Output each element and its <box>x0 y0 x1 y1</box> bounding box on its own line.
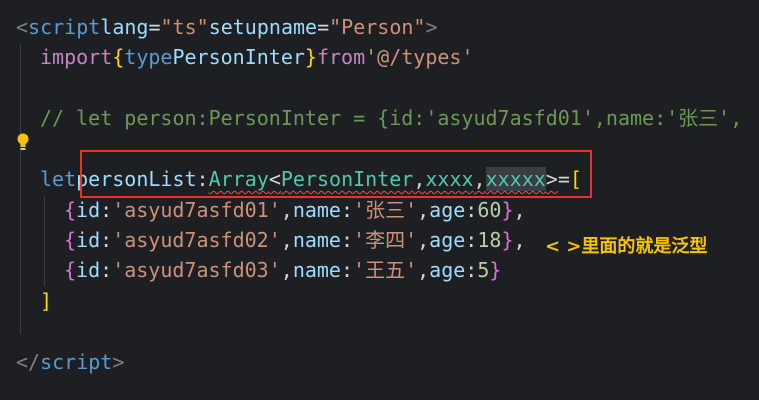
token: } <box>501 228 514 252</box>
token: } <box>501 198 514 222</box>
annotation-text: < >里面的就是泛型 <box>545 236 708 257</box>
token: name <box>292 258 341 282</box>
token: '张三' <box>353 198 418 222</box>
token: > <box>112 350 125 374</box>
code-line-7[interactable]: {id:'asyud7asfd01', name: '张三', age:60}, <box>64 195 526 225</box>
token: : <box>340 258 354 282</box>
token: 18 <box>477 228 502 252</box>
token: 5 <box>477 258 490 282</box>
token: , <box>417 198 430 222</box>
token: 60 <box>477 198 502 222</box>
token: PersonInter <box>172 45 305 69</box>
code-line-10[interactable]: ] <box>40 286 52 316</box>
comment-token: // let person:PersonInter = {id:'asyud7a… <box>40 106 743 130</box>
token: name <box>268 15 318 39</box>
token: , <box>513 228 526 252</box>
token: < <box>16 15 29 39</box>
token: : <box>465 258 478 282</box>
code-line-4[interactable]: // let person:PersonInter = {id:'asyud7a… <box>40 103 742 133</box>
token: age <box>429 258 466 282</box>
lightbulb-icon[interactable] <box>16 132 30 152</box>
token: { <box>112 45 125 69</box>
token: = <box>317 15 330 39</box>
token: id <box>76 228 101 252</box>
token: { <box>64 228 77 252</box>
token: > <box>425 15 438 39</box>
code-line-9[interactable]: {id:'asyud7asfd03', name: '王五', age:5} <box>64 255 501 285</box>
token: 'asyud7asfd01' <box>112 198 281 222</box>
token: , <box>513 198 526 222</box>
token: : <box>465 228 478 252</box>
token: : <box>100 198 113 222</box>
token: 'asyud7asfd02' <box>112 228 281 252</box>
token: , <box>280 258 293 282</box>
token: , <box>417 228 430 252</box>
token: </ <box>16 350 41 374</box>
token: script <box>28 15 101 39</box>
code-line-2[interactable]: import {type PersonInter} from '@/types' <box>40 42 474 72</box>
token: type <box>124 45 173 69</box>
indent-guide <box>20 44 21 334</box>
token: "Person" <box>329 15 426 39</box>
token: : <box>340 198 354 222</box>
token: , <box>417 258 430 282</box>
token: import <box>40 45 113 69</box>
code-line-8[interactable]: {id:'asyud7asfd02', name: '李四', age:18}, <box>64 225 526 255</box>
token: , <box>280 198 293 222</box>
token: } <box>304 45 317 69</box>
token: age <box>429 228 466 252</box>
token: from <box>316 45 366 69</box>
token: let <box>40 167 77 191</box>
token: script <box>40 350 113 374</box>
token: ] <box>40 289 53 313</box>
token: lang <box>100 15 149 39</box>
token: { <box>64 258 77 282</box>
token: { <box>64 198 77 222</box>
token: } <box>489 258 502 282</box>
token: , <box>280 228 293 252</box>
token: age <box>429 198 466 222</box>
token: 'asyud7asfd03' <box>112 258 281 282</box>
token: "ts" <box>160 15 209 39</box>
token: : <box>465 198 478 222</box>
code-editor[interactable]: < script lang = "ts" setup name = "Person" > i… <box>0 0 759 400</box>
token: id <box>76 198 101 222</box>
token: id <box>76 258 101 282</box>
code-line-12[interactable]: </script > <box>16 347 124 377</box>
token: : <box>100 228 113 252</box>
token: '@/types' <box>365 45 474 69</box>
token: setup <box>208 15 269 39</box>
indent-guide-inner <box>44 196 45 286</box>
token: = <box>148 15 161 39</box>
token: name <box>292 198 341 222</box>
token: name <box>292 228 341 252</box>
token: : <box>340 228 354 252</box>
code-line-1[interactable]: < script lang = "ts" setup name = "Person" > <box>16 12 438 42</box>
token: '王五' <box>353 258 418 282</box>
token: '李四' <box>353 228 418 252</box>
token: : <box>100 258 113 282</box>
highlight-box <box>80 150 592 198</box>
